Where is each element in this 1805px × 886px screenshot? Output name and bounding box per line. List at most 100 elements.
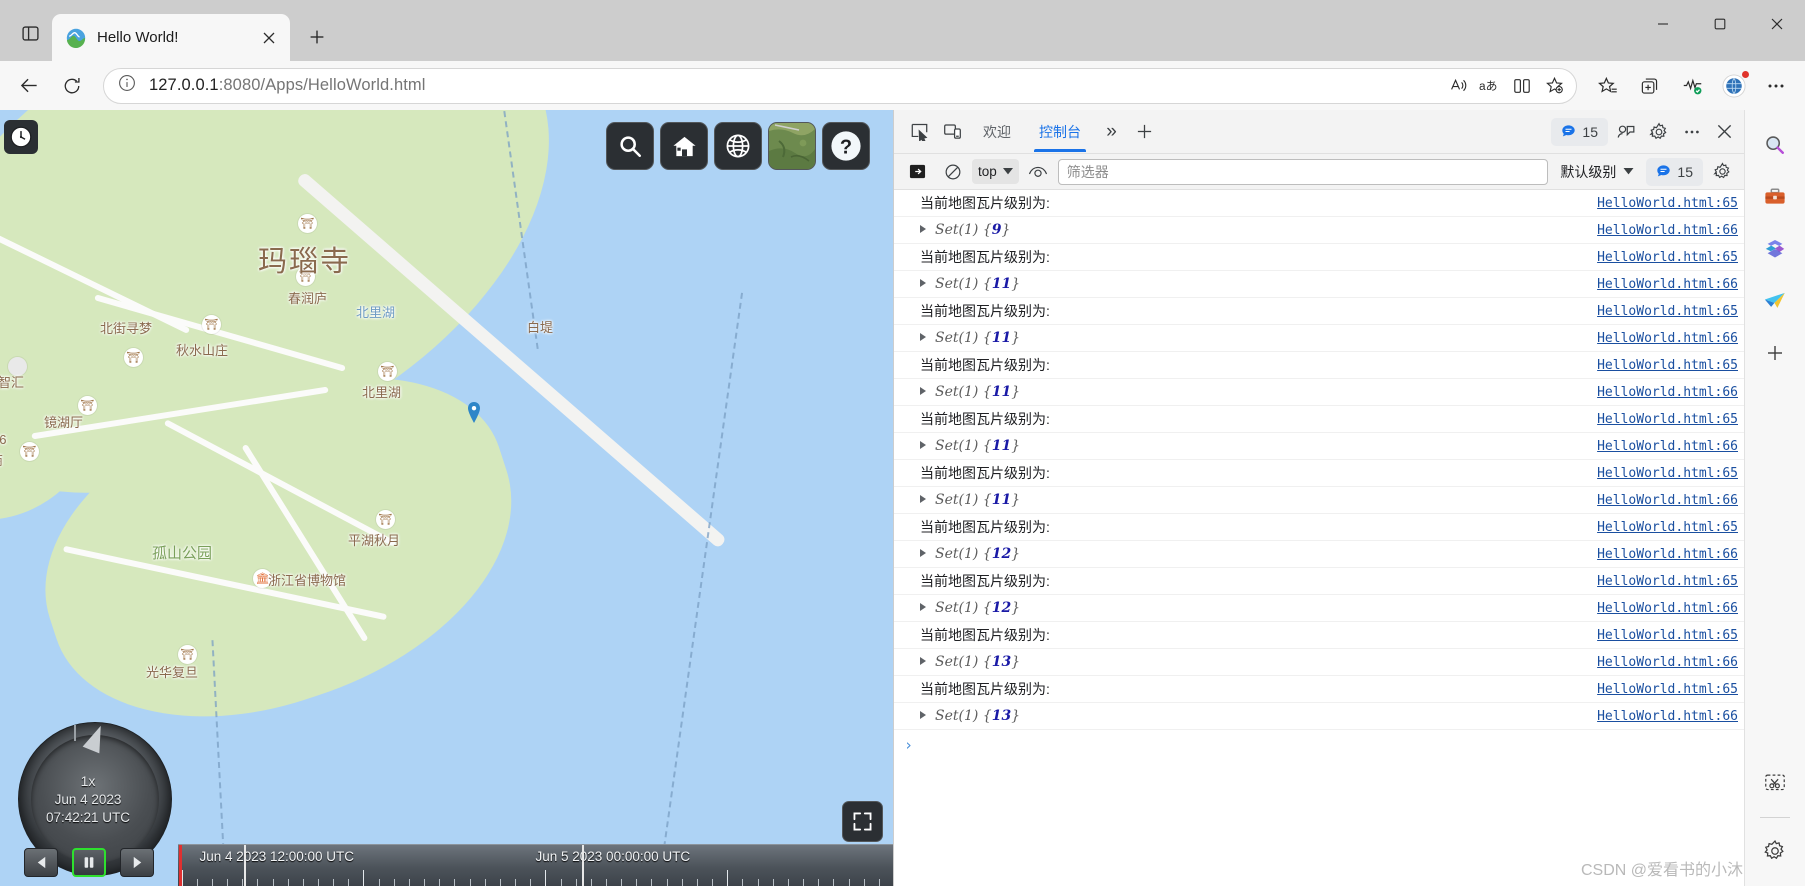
collections-icon[interactable] (1630, 66, 1670, 106)
console-log-row[interactable]: Set(1) {13} HelloWorld.html:66 (894, 649, 1744, 676)
console-source-link[interactable]: HelloWorld.html:66 (1585, 601, 1738, 616)
console-log-row[interactable]: 当前地图瓦片级别为: HelloWorld.html:65 (894, 298, 1744, 325)
eye-icon[interactable] (1023, 157, 1054, 186)
translate-icon[interactable]: aあ (1474, 70, 1506, 102)
disclosure-triangle-icon[interactable] (920, 549, 926, 557)
devtools-customize-icon[interactable] (1610, 117, 1641, 146)
console-log-row[interactable]: 当前地图瓦片级别为: HelloWorld.html:65 (894, 244, 1744, 271)
sidebar-screenshot-icon[interactable] (1756, 765, 1794, 803)
browser-tab[interactable]: Hello World! (52, 14, 290, 61)
favorites-icon[interactable] (1588, 66, 1628, 106)
devtools-settings-gear-icon[interactable] (1643, 117, 1674, 146)
inspect-element-icon[interactable] (904, 117, 935, 146)
disclosure-triangle-icon[interactable] (920, 603, 926, 611)
devtools-add-tab-icon[interactable] (1129, 117, 1160, 146)
console-source-link[interactable]: HelloWorld.html:65 (1585, 358, 1738, 373)
sidebar-outlook-icon[interactable] (1756, 282, 1794, 320)
pause-icon[interactable] (72, 848, 106, 877)
console-source-link[interactable]: HelloWorld.html:66 (1585, 439, 1738, 454)
console-source-link[interactable]: HelloWorld.html:66 (1585, 709, 1738, 724)
console-source-link[interactable]: HelloWorld.html:66 (1585, 385, 1738, 400)
satellite-entity-marker[interactable] (467, 402, 480, 423)
tab-console[interactable]: 控制台 (1026, 112, 1094, 152)
play-reverse-icon[interactable] (24, 848, 58, 877)
console-source-link[interactable]: HelloWorld.html:66 (1585, 655, 1738, 670)
console-source-link[interactable]: HelloWorld.html:65 (1585, 250, 1738, 265)
tab-welcome[interactable]: 欢迎 (970, 112, 1024, 152)
devtools-more-tabs-icon[interactable]: » (1096, 117, 1127, 146)
geocoder-search-button[interactable] (606, 122, 654, 170)
console-log-row[interactable]: 当前地图瓦片级别为: HelloWorld.html:65 (894, 352, 1744, 379)
console-log-row[interactable]: 当前地图瓦片级别为: HelloWorld.html:65 (894, 676, 1744, 703)
disclosure-triangle-icon[interactable] (920, 225, 926, 233)
console-log-row[interactable]: 当前地图瓦片级别为: HelloWorld.html:65 (894, 190, 1744, 217)
home-button[interactable] (660, 122, 708, 170)
console-log-row[interactable]: Set(1) {11} HelloWorld.html:66 (894, 271, 1744, 298)
console-source-link[interactable]: HelloWorld.html:66 (1585, 547, 1738, 562)
cesium-timeline[interactable]: Jun 4 2023 12:00:00 UTC Jun 5 2023 00:00:… (178, 844, 893, 886)
console-log-row[interactable]: 当前地图瓦片级别为: HelloWorld.html:65 (894, 568, 1744, 595)
profile-icon[interactable] (1714, 66, 1754, 106)
console-source-link[interactable]: HelloWorld.html:65 (1585, 628, 1738, 643)
read-aloud-icon[interactable] (1442, 70, 1474, 102)
console-input-prompt[interactable]: › (894, 730, 1744, 760)
clear-console-icon[interactable] (937, 157, 968, 186)
console-source-link[interactable]: HelloWorld.html:65 (1585, 574, 1738, 589)
sidebar-microsoft365-icon[interactable] (1756, 230, 1794, 268)
cesium-animation-widget[interactable]: 1x Jun 4 2023 07:42:21 UTC (4, 714, 172, 882)
back-arrow-icon[interactable] (9, 66, 49, 106)
console-source-link[interactable]: HelloWorld.html:65 (1585, 520, 1738, 535)
console-log-row[interactable]: Set(1) {11} HelloWorld.html:66 (894, 433, 1744, 460)
sidebar-search-icon[interactable] (1756, 126, 1794, 164)
disclosure-triangle-icon[interactable] (920, 441, 926, 449)
device-toolbar-icon[interactable] (937, 117, 968, 146)
console-log-row[interactable]: Set(1) {11} HelloWorld.html:66 (894, 325, 1744, 352)
console-log-row[interactable]: Set(1) {12} HelloWorld.html:66 (894, 595, 1744, 622)
console-log-row[interactable]: 当前地图瓦片级别为: HelloWorld.html:65 (894, 460, 1744, 487)
console-source-link[interactable]: HelloWorld.html:65 (1585, 466, 1738, 481)
settings-more-icon[interactable] (1756, 66, 1796, 106)
window-maximize-button[interactable] (1691, 0, 1748, 47)
disclosure-triangle-icon[interactable] (920, 495, 926, 503)
clock-icon[interactable] (4, 120, 38, 154)
console-messages-badge[interactable]: 15 (1646, 157, 1703, 186)
tab-actions-icon[interactable] (8, 11, 52, 55)
sidebar-add-icon[interactable] (1756, 334, 1794, 372)
console-sidebar-icon[interactable] (902, 157, 933, 186)
base-layer-picker-button[interactable] (768, 122, 816, 170)
address-bar[interactable]: 127.0.0.1:8080/Apps/HelloWorld.html aあ (103, 67, 1577, 104)
console-source-link[interactable]: HelloWorld.html:66 (1585, 277, 1738, 292)
console-log-row[interactable]: Set(1) {13} HelloWorld.html:66 (894, 703, 1744, 730)
disclosure-triangle-icon[interactable] (920, 657, 926, 665)
console-log-row[interactable]: Set(1) {12} HelloWorld.html:66 (894, 541, 1744, 568)
navigation-help-button[interactable]: ? (822, 122, 870, 170)
console-level-selector[interactable]: 默认级别 (1552, 162, 1642, 182)
cesium-map-viewer[interactable]: ⛩ ⛩ ⛩ ⛩ ⛩ ⛩ ⛩ ⛩ ⛩ 🏛 玛瑙寺 春润庐 北里湖 北街寻梦 秋水山庄 北里湖… (0, 110, 893, 886)
console-source-link[interactable]: HelloWorld.html:66 (1585, 493, 1738, 508)
disclosure-triangle-icon[interactable] (920, 279, 926, 287)
console-log-row[interactable]: 当前地图瓦片级别为: HelloWorld.html:65 (894, 406, 1744, 433)
scene-mode-button[interactable] (714, 122, 762, 170)
console-source-link[interactable]: HelloWorld.html:66 (1585, 331, 1738, 346)
console-source-link[interactable]: HelloWorld.html:65 (1585, 412, 1738, 427)
console-log-row[interactable]: Set(1) {11} HelloWorld.html:66 (894, 379, 1744, 406)
tab-close-icon[interactable] (256, 25, 282, 51)
window-minimize-button[interactable] (1634, 0, 1691, 47)
console-log-row[interactable]: Set(1) {11} HelloWorld.html:66 (894, 487, 1744, 514)
console-source-link[interactable]: HelloWorld.html:65 (1585, 196, 1738, 211)
devtools-close-icon[interactable] (1709, 117, 1740, 146)
disclosure-triangle-icon[interactable] (920, 387, 926, 395)
play-forward-icon[interactable] (120, 848, 154, 877)
console-source-link[interactable]: HelloWorld.html:65 (1585, 682, 1738, 697)
fullscreen-icon[interactable] (842, 801, 883, 842)
console-filter-input[interactable] (1057, 158, 1549, 185)
console-settings-gear-icon[interactable] (1707, 157, 1738, 186)
console-log-row[interactable]: 当前地图瓦片级别为: HelloWorld.html:65 (894, 622, 1744, 649)
reload-icon[interactable] (52, 66, 92, 106)
sidebar-tools-icon[interactable] (1756, 178, 1794, 216)
timeline-current-time-marker[interactable] (179, 845, 182, 886)
split-screen-icon[interactable] (1506, 70, 1538, 102)
site-info-icon[interactable] (118, 74, 136, 97)
disclosure-triangle-icon[interactable] (920, 333, 926, 341)
browser-essentials-icon[interactable] (1672, 66, 1712, 106)
